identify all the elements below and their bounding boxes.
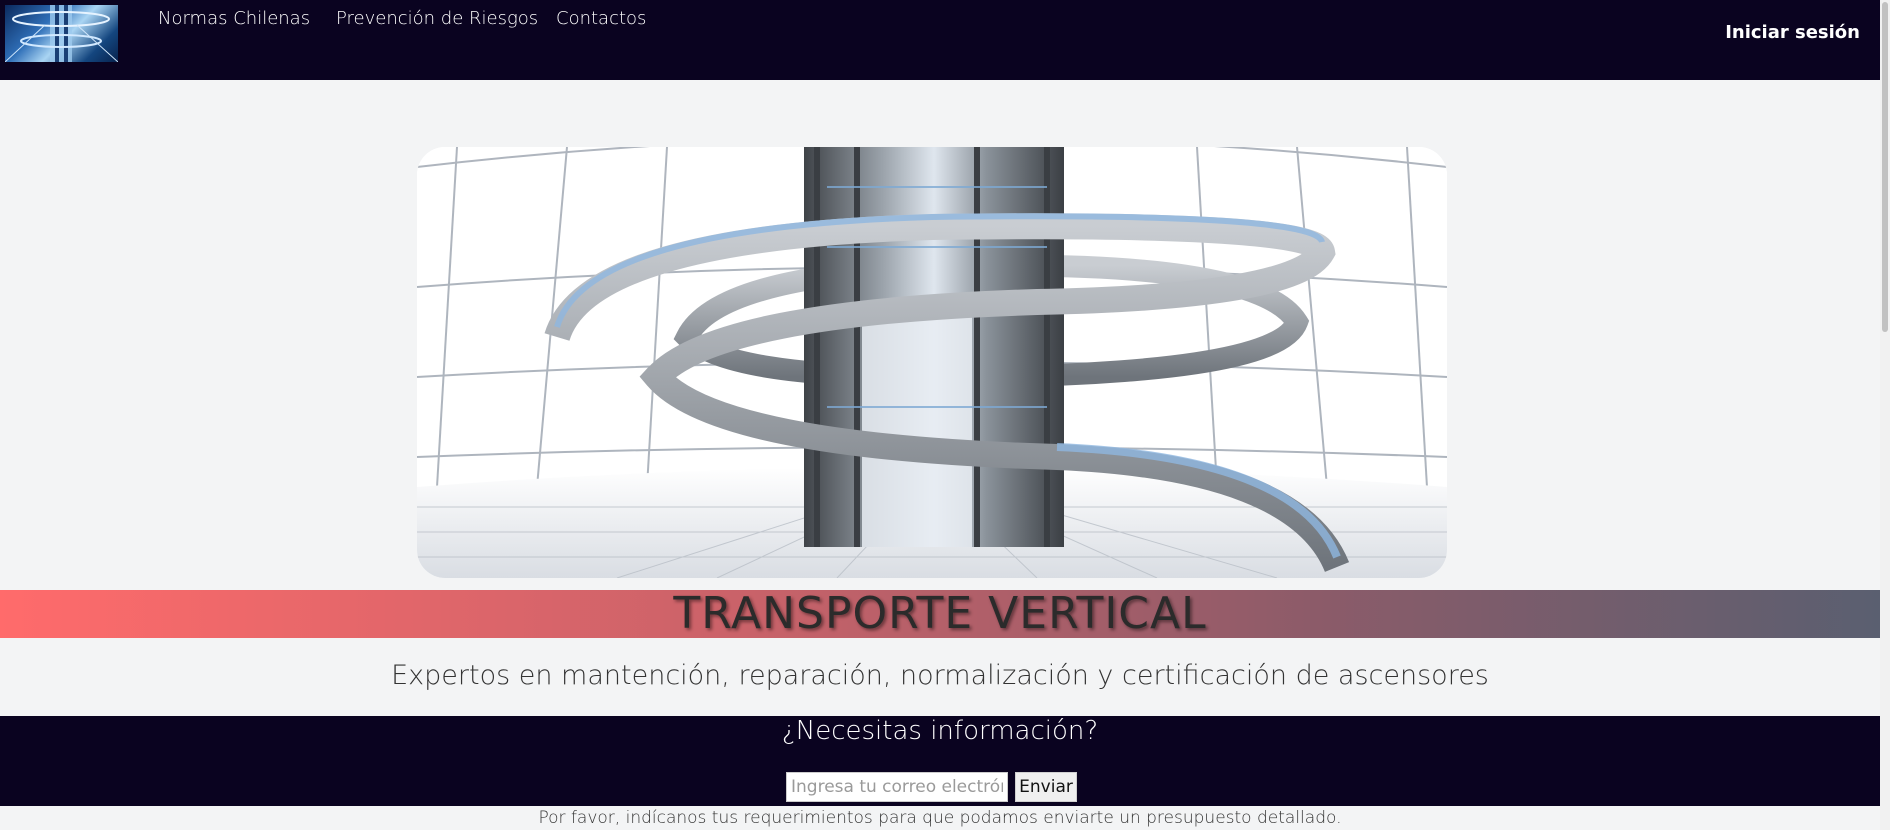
elevator-tower-logo-icon	[5, 5, 118, 62]
logo-image[interactable]	[5, 5, 118, 62]
nav-link-contactos[interactable]: Contactos	[556, 8, 646, 29]
email-input[interactable]	[786, 772, 1008, 802]
title-banner: TRANSPORTE VERTICAL	[0, 590, 1880, 638]
login-link[interactable]: Iniciar sesión	[1725, 22, 1860, 43]
spiral-elevator-tower-image-icon	[417, 147, 1447, 578]
nav-link-normas-chilenas[interactable]: Normas Chilenas	[158, 8, 310, 29]
top-navbar: Normas Chilenas Prevención de Riesgos Co…	[0, 0, 1880, 80]
footer-note: Por favor, indícanos tus requerimientos …	[538, 808, 1342, 828]
banner-title: TRANSPORTE VERTICAL	[673, 588, 1207, 639]
info-title: ¿Necesitas información?	[781, 716, 1099, 746]
scrollbar-thumb[interactable]	[1882, 2, 1888, 332]
tagline: Expertos en mantención, reparación, norm…	[391, 660, 1489, 691]
nav-link-prevencion-riesgos[interactable]: Prevención de Riesgos	[336, 8, 538, 29]
info-section: ¿Necesitas información? Enviar	[0, 716, 1880, 806]
send-button[interactable]: Enviar	[1015, 772, 1077, 802]
hero-image	[417, 147, 1447, 578]
vertical-scrollbar[interactable]	[1880, 0, 1890, 830]
